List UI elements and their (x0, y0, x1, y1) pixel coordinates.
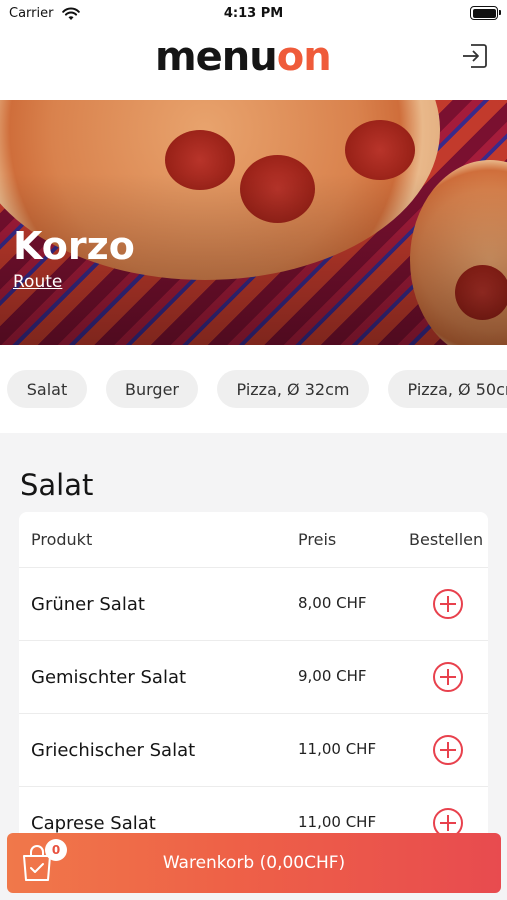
product-name: Grüner Salat (31, 594, 145, 615)
add-to-cart-button[interactable] (432, 661, 464, 693)
logout-icon (463, 44, 487, 68)
menuon-logo: menu on (155, 34, 332, 86)
menu-table: Produkt Preis Bestellen Grüner Salat 8,0… (19, 512, 488, 842)
clock: 4:13 PM (223, 6, 284, 21)
plus-circle-icon (433, 662, 463, 692)
restaurant-name: Korzo (13, 224, 135, 268)
category-tabs: Salat Burger Pizza, Ø 32cm Pizza, Ø 50cm (0, 345, 507, 433)
product-price: 8,00 CHF (298, 594, 367, 612)
logout-button[interactable] (459, 40, 491, 72)
logo-text-menu: menu (155, 34, 278, 80)
product-price: 11,00 CHF (298, 813, 377, 831)
cart-label: Warenkorb (0,00CHF) (162, 853, 346, 873)
add-to-cart-button[interactable] (432, 588, 464, 620)
column-header-order: Bestellen (409, 530, 484, 549)
category-chip-salat[interactable]: Salat (7, 370, 87, 408)
route-link[interactable]: Route (13, 272, 62, 292)
plus-circle-icon (433, 735, 463, 765)
hero-shade (0, 100, 507, 345)
product-name: Griechischer Salat (31, 740, 196, 761)
table-row: Grüner Salat 8,00 CHF (19, 568, 488, 641)
table-row: Griechischer Salat 11,00 CHF (19, 714, 488, 787)
product-price: 9,00 CHF (298, 667, 367, 685)
status-bar: Carrier 4:13 PM (0, 0, 507, 30)
product-name: Caprese Salat (31, 813, 156, 834)
category-chip-burger[interactable]: Burger (106, 370, 198, 408)
table-row: Gemischter Salat 9,00 CHF (19, 641, 488, 714)
app-header: menu on (0, 30, 507, 100)
product-name: Gemischter Salat (31, 667, 187, 688)
section-title: Salat (20, 468, 94, 502)
battery-icon (470, 6, 501, 20)
logo-text-on: on (276, 34, 332, 80)
product-price: 11,00 CHF (298, 740, 377, 758)
column-header-price: Preis (298, 530, 337, 549)
table-header: Produkt Preis Bestellen (19, 512, 488, 568)
add-to-cart-button[interactable] (432, 734, 464, 766)
category-chip-pizza-50[interactable]: Pizza, Ø 50cm (388, 370, 507, 408)
restaurant-hero: Korzo Route (0, 100, 507, 345)
column-header-product: Produkt (31, 530, 93, 549)
plus-circle-icon (433, 589, 463, 619)
cart-button[interactable]: 0 Warenkorb (0,00CHF) (7, 833, 501, 893)
category-chip-pizza-32[interactable]: Pizza, Ø 32cm (217, 370, 369, 408)
